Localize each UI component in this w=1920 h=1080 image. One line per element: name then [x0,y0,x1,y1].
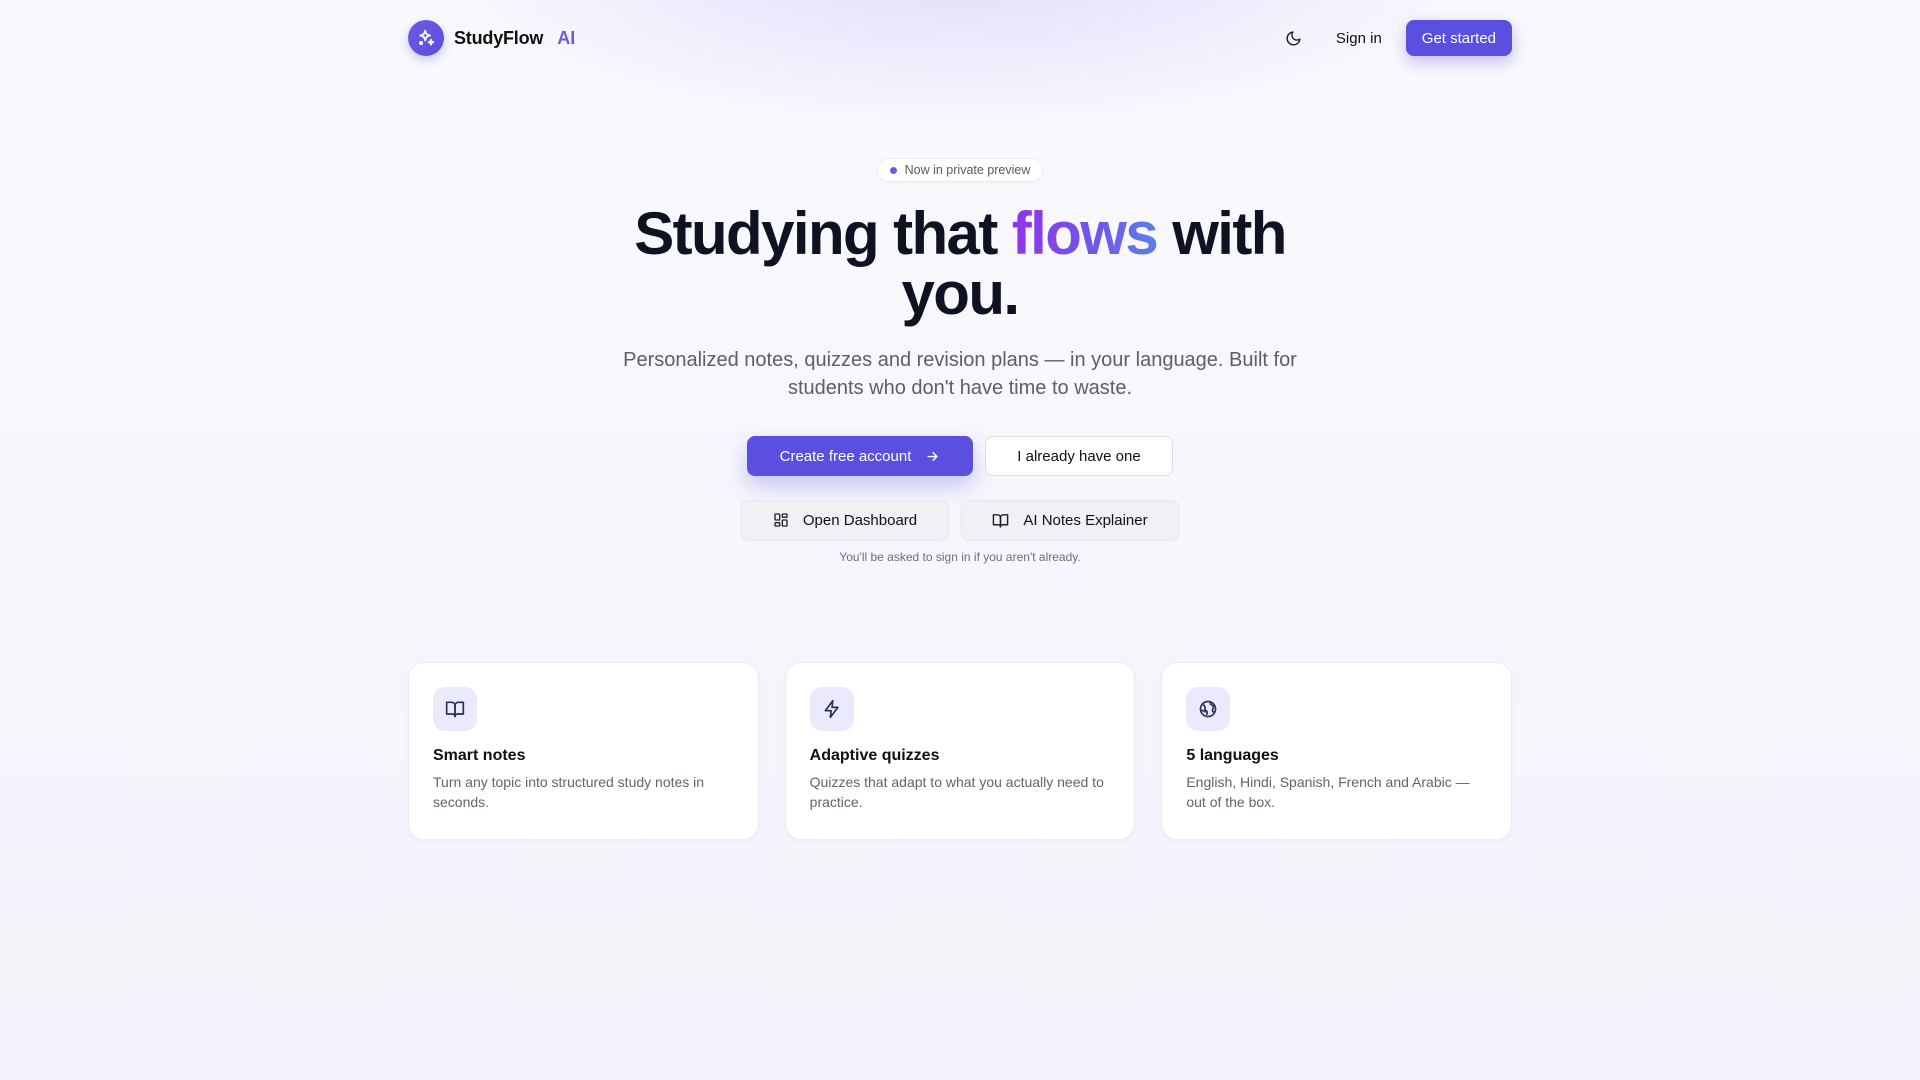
sparkles-logo-icon [408,20,444,56]
get-started-button[interactable]: Get started [1405,20,1512,56]
feature-title: Adaptive quizzes [809,747,940,764]
open-dashboard-button[interactable]: Open Dashboard [741,500,949,540]
book-open-icon [433,687,477,731]
feature-title: Smart notes [433,747,526,764]
quick-links: Open Dashboard AI Notes Explainer [408,500,1512,540]
hero-headline: Studying that flows with you. [600,204,1320,324]
feature-card-languages: 5 languages English, Hindi, Spanish, Fre… [1161,662,1513,840]
feature-cards: Smart notes Turn any topic into structur… [408,662,1513,840]
header-actions: Sign in Get started [1276,20,1512,56]
ai-notes-explainer-button[interactable]: AI Notes Explainer [961,500,1179,540]
brand-name: StudyFlow [454,27,544,48]
headline-before: Studying that [634,200,998,267]
feature-description: English, Hindi, Spanish, French and Arab… [1186,774,1470,810]
dashboard-grid-icon [774,513,788,527]
ai-notes-explainer-label: AI Notes Explainer [1023,511,1148,529]
book-open-icon [993,513,1009,528]
hero: Now in private preview Studying that flo… [408,76,1512,564]
preview-badge-label: Now in private preview [904,163,1031,177]
feature-card-adaptive-quizzes: Adaptive quizzes Quizzes that adapt to w… [784,662,1136,840]
brand[interactable]: StudyFlow AI [408,20,575,56]
lightning-icon [809,687,854,731]
theme-toggle-button[interactable] [1276,20,1312,56]
top-nav: StudyFlow AI Sign in Get started [408,0,1512,76]
feature-description: Quizzes that adapt to what you actually … [809,774,1104,810]
arrow-right-icon [927,451,938,461]
feature-card-smart-notes: Smart notes Turn any topic into structur… [408,662,759,840]
page: StudyFlow AI Sign in Get started Now in p… [408,0,1513,840]
preview-badge: Now in private preview [876,158,1044,182]
create-account-button[interactable]: Create free account [747,436,973,476]
existing-account-button[interactable]: I already have one [985,436,1173,476]
primary-actions: Create free account I already have one [408,436,1512,476]
sign-in-link[interactable]: Sign in [1326,22,1392,55]
create-account-label: Create free account [779,447,912,465]
open-dashboard-label: Open Dashboard [802,511,918,529]
feature-title: 5 languages [1186,747,1279,764]
sign-in-hint: You'll be asked to sign in if you aren't… [839,550,1081,564]
hero-subheadline: Personalized notes, quizzes and revision… [623,349,1297,399]
moon-icon [1286,30,1302,45]
headline-accent: flows [1011,200,1159,267]
globe-icon [1186,687,1231,731]
status-dot [889,166,897,174]
brand-suffix: AI [557,27,576,48]
feature-description: Turn any topic into structured study not… [433,774,705,810]
